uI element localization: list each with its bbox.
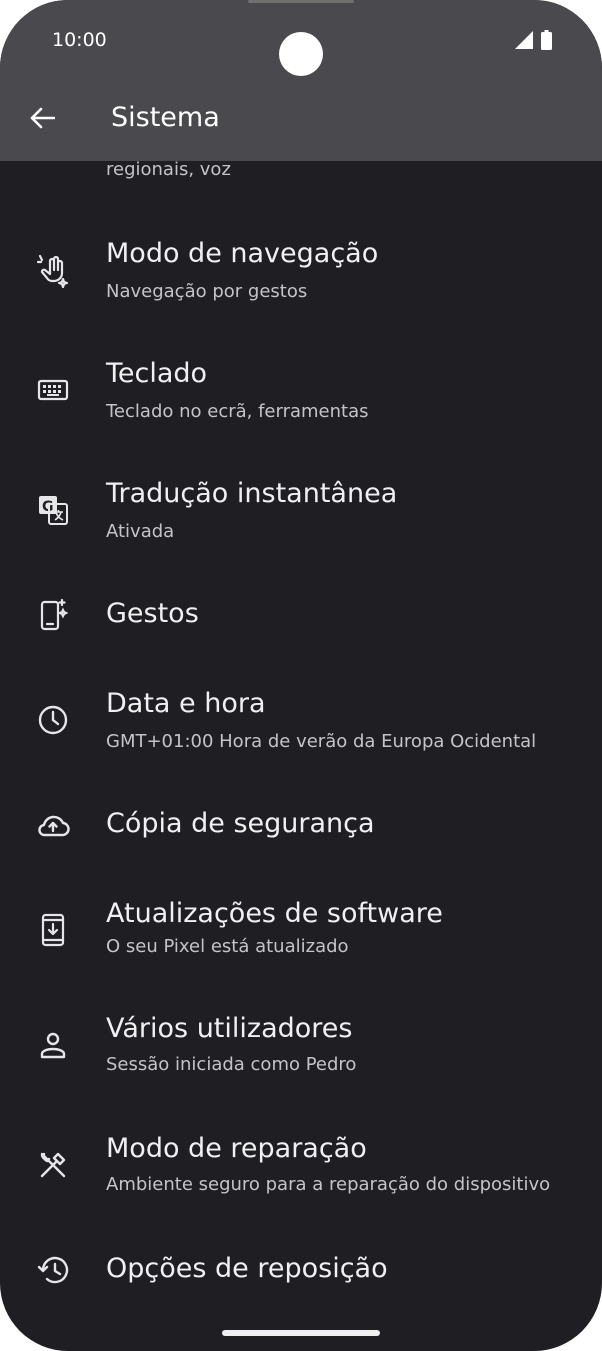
battery-icon [541, 30, 552, 54]
keyboard-icon [35, 372, 71, 408]
setting-subtitle: Sessão iniciada como Pedro [106, 1054, 357, 1075]
setting-label: Modo de navegação [106, 238, 379, 269]
setting-label: Teclado [106, 358, 208, 389]
setting-date-time[interactable]: Data e hora GMT+01:00 Hora de verão da E… [0, 666, 602, 776]
history-icon [35, 1252, 71, 1288]
speaker-grille [248, 0, 354, 3]
setting-label: Cópia de segurança [106, 808, 375, 839]
translate-icon: G [35, 492, 71, 528]
setting-label: Gestos [106, 598, 199, 629]
app-bar: 10:00 Sistema [0, 0, 602, 161]
repair-tools-icon [35, 1147, 71, 1183]
setting-backup[interactable]: Cópia de segurança [0, 771, 602, 881]
signal-icon [513, 31, 533, 53]
setting-label: Data e hora [106, 688, 266, 719]
setting-gestures[interactable]: Gestos [0, 561, 602, 671]
phone-gesture-icon [35, 597, 71, 633]
gesture-hand-icon [35, 252, 71, 288]
person-icon [35, 1027, 71, 1063]
home-gesture-bar[interactable] [222, 1330, 380, 1336]
setting-subtitle: O seu Pixel está atualizado [106, 936, 349, 957]
setting-subtitle: Ambiente seguro para a reparação do disp… [106, 1174, 551, 1195]
setting-multiple-users[interactable]: Vários utilizadores Sessão iniciada como… [0, 991, 602, 1101]
setting-label: Atualizações de software [106, 898, 443, 929]
setting-subtitle: Navegação por gestos [106, 281, 308, 302]
setting-live-translate[interactable]: G Tradução instantânea Ativada [0, 456, 602, 566]
setting-navigation-mode[interactable]: Modo de navegação Navegação por gestos [0, 216, 602, 326]
setting-subtitle: Teclado no ecrã, ferramentas [106, 401, 369, 422]
setting-label: Tradução instantânea [106, 478, 398, 509]
partial-item-subtitle: regionais, voz [106, 161, 231, 180]
phone-screen: 10:00 Sistema regionais, voz Modo de nav… [0, 0, 602, 1351]
page-title: Sistema [111, 102, 220, 133]
setting-subtitle: Ativada [106, 521, 175, 542]
setting-repair-mode[interactable]: Modo de reparação Ambiente seguro para a… [0, 1111, 602, 1221]
setting-keyboard[interactable]: Teclado Teclado no ecrã, ferramentas [0, 336, 602, 446]
back-button[interactable] [22, 100, 62, 140]
setting-label: Modo de reparação [106, 1133, 367, 1164]
svg-text:G: G [42, 499, 54, 515]
status-time: 10:00 [52, 29, 107, 51]
setting-label: Opções de reposição [106, 1253, 388, 1284]
setting-label: Vários utilizadores [106, 1013, 353, 1044]
setting-reset-options[interactable]: Opções de reposição [0, 1216, 602, 1326]
clock-icon [35, 702, 71, 738]
status-icons [513, 30, 552, 54]
front-camera [279, 32, 323, 76]
system-update-icon [35, 912, 71, 948]
setting-subtitle: GMT+01:00 Hora de verão da Europa Ociden… [106, 731, 537, 752]
settings-list[interactable]: regionais, voz Modo de navegação Navegaç… [0, 161, 602, 1351]
setting-software-update[interactable]: Atualizações de software O seu Pixel est… [0, 876, 602, 986]
arrow-back-icon [29, 106, 56, 134]
cloud-upload-icon [35, 807, 71, 843]
